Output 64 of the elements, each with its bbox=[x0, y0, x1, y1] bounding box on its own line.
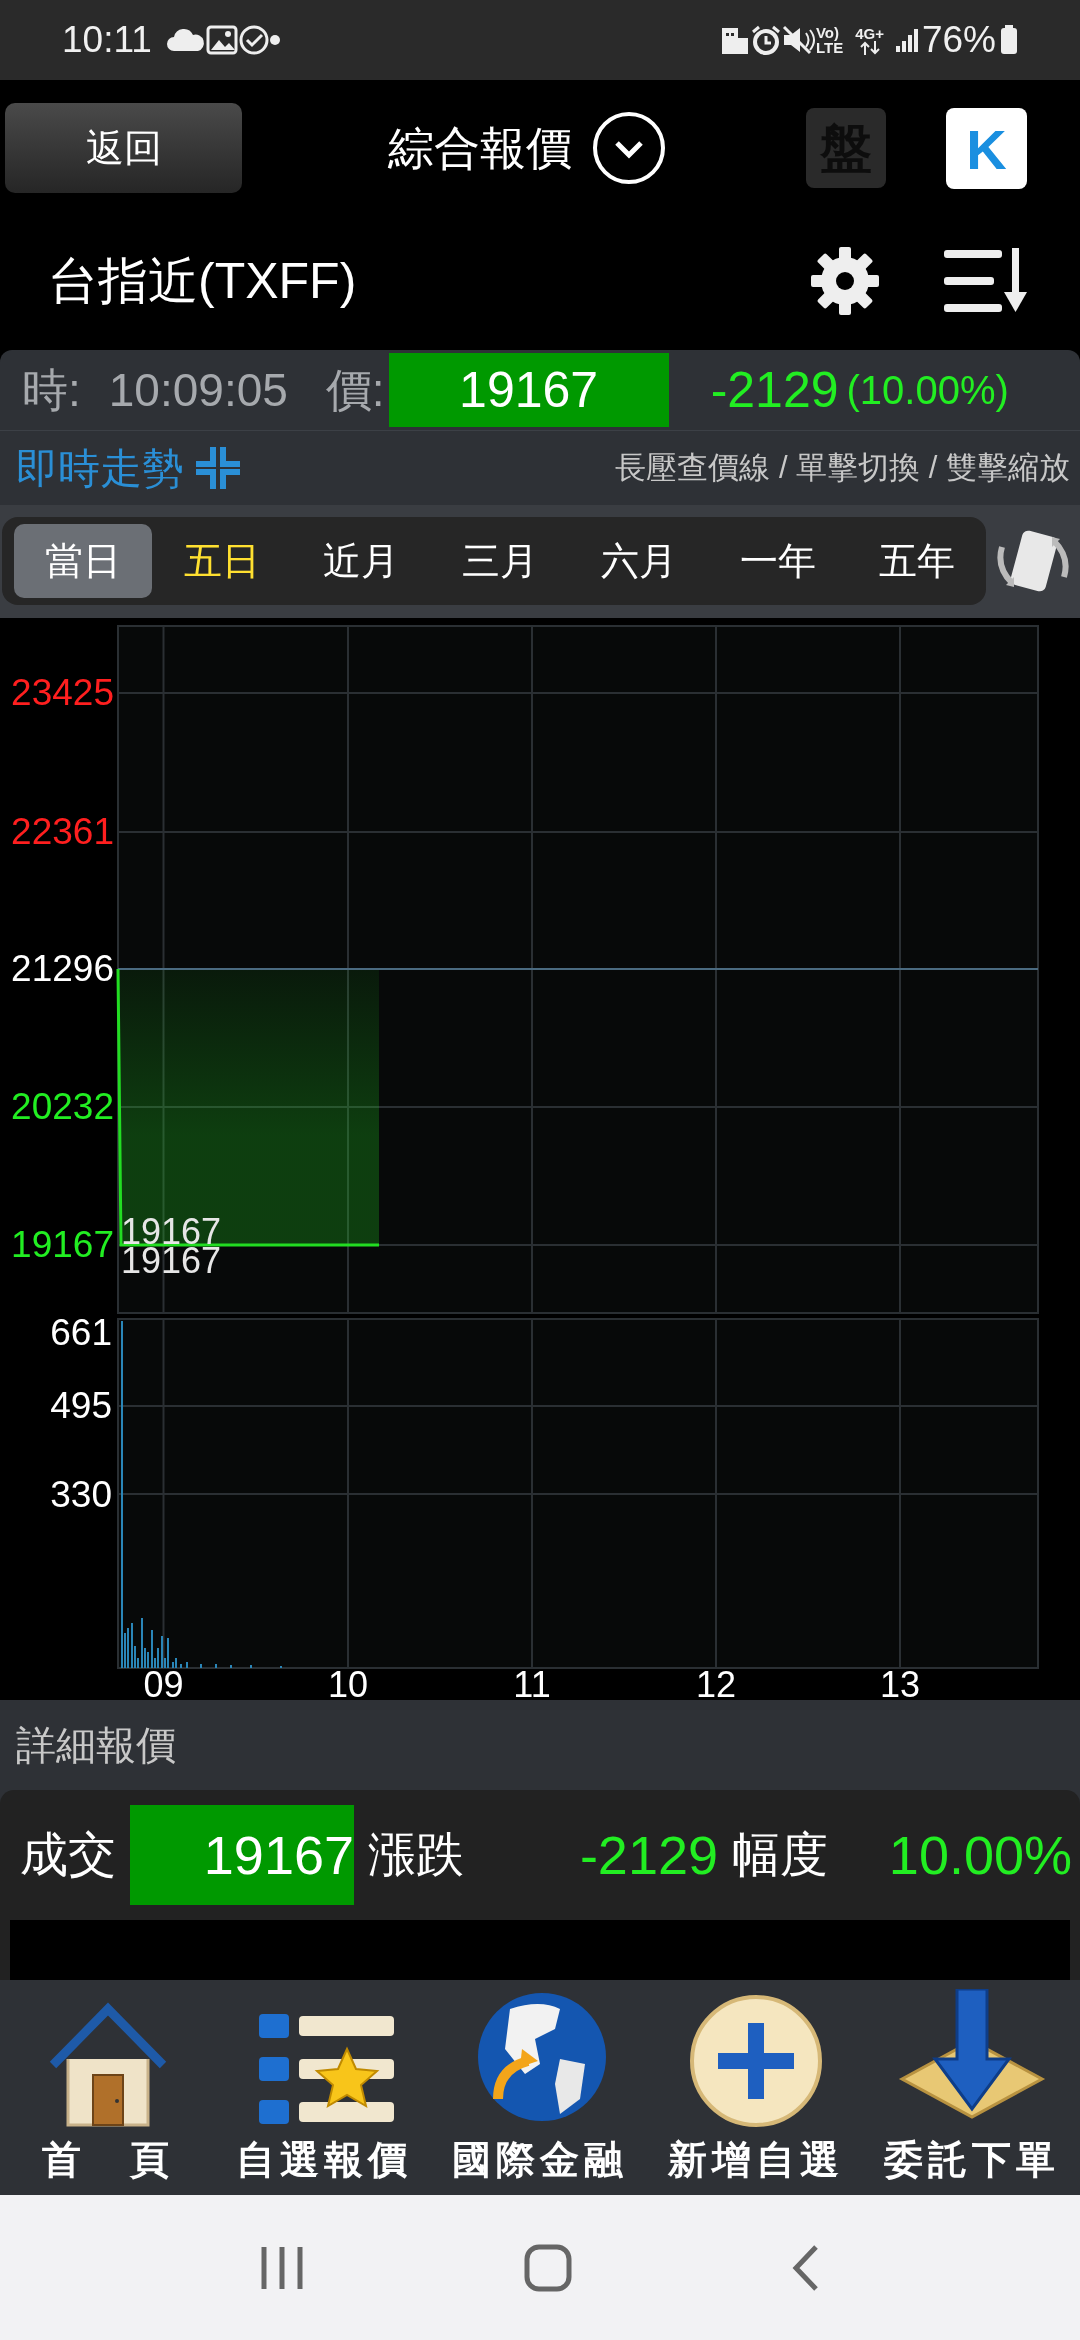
x-axis-label: 10 bbox=[328, 1664, 368, 1700]
mute-icon bbox=[781, 25, 816, 55]
period-tab[interactable]: 五日 bbox=[153, 524, 291, 598]
cloud-icon bbox=[165, 27, 206, 53]
detail-label: 幅度 bbox=[732, 1827, 829, 1883]
y-axis-label: 19167 bbox=[11, 1225, 114, 1265]
hint-text: 長壓查價線 / 單擊切換 / 雙擊縮放 bbox=[615, 448, 1070, 487]
nav-item[interactable]: 自選報價 bbox=[216, 1980, 432, 2195]
quote-time: 10:09:05 bbox=[108, 362, 288, 418]
status-time: 10:11 bbox=[62, 18, 152, 63]
x-axis-label: 12 bbox=[696, 1664, 736, 1700]
detail-label: 漲跌 bbox=[368, 1827, 465, 1883]
x-axis-label: 09 bbox=[143, 1664, 184, 1700]
time-label: 時: bbox=[22, 362, 81, 418]
check-circle-icon bbox=[237, 24, 270, 56]
x-axis-label: 11 bbox=[513, 1664, 551, 1700]
price-label: 價: bbox=[325, 362, 385, 418]
price-value: 19167 bbox=[388, 353, 669, 427]
nav-item[interactable]: 新增自選 bbox=[648, 1980, 864, 2195]
y-axis-label: 20232 bbox=[11, 1087, 114, 1127]
volume-axis-label: 330 bbox=[50, 1474, 112, 1515]
period-tab[interactable]: 六月 bbox=[570, 524, 708, 598]
volte-label: LTE bbox=[815, 40, 844, 55]
nav-item[interactable]: 委託下單 bbox=[864, 1980, 1080, 2195]
y-axis-label: 23425 bbox=[11, 673, 114, 713]
detail-value: -2129 bbox=[578, 1823, 718, 1887]
recent-apps-icon[interactable] bbox=[260, 2244, 304, 2291]
instrument-name: 台指近(TXFF) bbox=[48, 251, 357, 311]
period-tab[interactable]: 近月 bbox=[292, 524, 430, 598]
alarm-icon bbox=[749, 24, 782, 56]
volume-axis-label: 661 bbox=[50, 1312, 112, 1353]
period-tab[interactable]: 當日 bbox=[14, 524, 152, 598]
section-title: 詳細報價 bbox=[16, 1722, 176, 1769]
period-tab[interactable]: 一年 bbox=[709, 524, 847, 598]
volume-axis-label: 495 bbox=[50, 1385, 112, 1426]
change-value: -2129 bbox=[710, 360, 839, 420]
image-icon bbox=[205, 25, 238, 55]
battery-percent: 76% bbox=[921, 18, 996, 63]
sort-icon[interactable] bbox=[944, 248, 1030, 314]
x-axis-label: 13 bbox=[880, 1664, 920, 1700]
data-arrows-icon bbox=[858, 40, 881, 55]
detail-value: 19167 bbox=[130, 1805, 354, 1905]
title-dropdown[interactable]: 綜合報價 bbox=[388, 111, 666, 185]
y-axis-label: 21296 bbox=[11, 949, 114, 989]
nav-item[interactable]: 首 頁 bbox=[0, 1980, 216, 2195]
period-tab[interactable]: 三月 bbox=[431, 524, 569, 598]
nav-item[interactable]: 國際金融 bbox=[432, 1980, 648, 2195]
period-tab[interactable]: 五年 bbox=[848, 524, 986, 598]
battery-icon bbox=[1000, 25, 1018, 55]
settings-icon[interactable] bbox=[809, 245, 881, 317]
section-title: 即時走勢 bbox=[16, 443, 184, 494]
plus-icon bbox=[688, 1992, 824, 2129]
collapse-icon[interactable] bbox=[196, 447, 240, 489]
home-icon[interactable] bbox=[524, 2243, 572, 2292]
dot-icon bbox=[269, 35, 280, 45]
change-percent: (10.00%) bbox=[846, 367, 1009, 414]
y-axis-label: 22361 bbox=[11, 812, 114, 852]
back-icon[interactable] bbox=[792, 2243, 820, 2292]
network-label: 4G+ bbox=[855, 25, 884, 41]
detail-label: 成交 bbox=[20, 1827, 117, 1883]
chevron-down-icon bbox=[592, 111, 666, 185]
volte-label: Vo) bbox=[815, 25, 840, 40]
detail-value: 10.00% bbox=[887, 1823, 1072, 1887]
back-button[interactable]: 返回 bbox=[5, 103, 242, 193]
